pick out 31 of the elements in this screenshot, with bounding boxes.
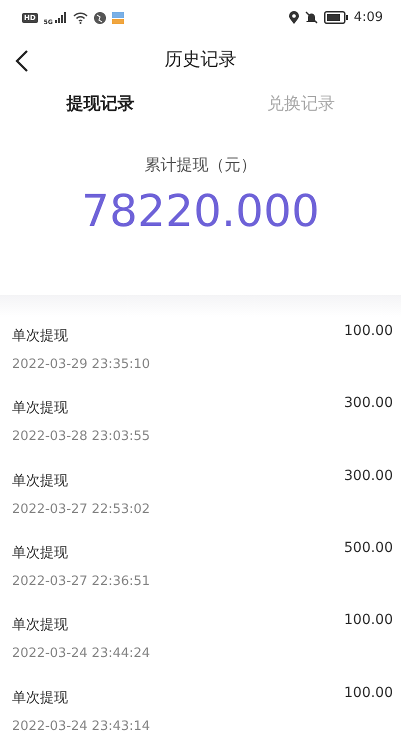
record-time: 2022-03-27 22:53:02 (12, 502, 150, 517)
page-title: 历史记录 (164, 48, 236, 71)
record-amount: 500.00 (344, 540, 393, 558)
record-title: 单次提现 (12, 616, 69, 634)
record-title: 单次提现 (12, 472, 69, 490)
total-amount: 78220.000 (82, 186, 320, 237)
record-amount: 100.00 (344, 684, 393, 703)
battery-icon (324, 11, 348, 24)
record-time: 2022-03-27 22:36:51 (12, 574, 150, 589)
record-time: 2022-03-24 23:43:14 (12, 718, 150, 734)
bell-off-icon (304, 11, 318, 24)
record-amount: 100.00 (344, 612, 393, 630)
record-amount: 300.00 (344, 468, 393, 486)
status-time: 4:09 (354, 10, 383, 26)
record-title: 单次提现 (12, 399, 69, 418)
record-title: 单次提现 (12, 326, 69, 345)
record-title: 单次提现 (12, 544, 69, 562)
record-amount: 300.00 (344, 395, 393, 414)
record-amount: 100.00 (344, 322, 393, 341)
globe-icon (94, 12, 106, 24)
app-icon (112, 12, 124, 24)
record-title: 单次提现 (12, 688, 69, 707)
location-icon (288, 11, 299, 24)
tab[interactable]: 提现记录 (0, 90, 200, 116)
record-time: 2022-03-28 23:03:55 (12, 429, 150, 444)
back-icon[interactable] (14, 49, 30, 74)
record-time: 2022-03-24 23:44:24 (12, 646, 150, 662)
signal-icon (54, 12, 67, 24)
wifi-icon (72, 12, 88, 24)
total-label: 累计提现（元） (144, 154, 256, 176)
record-time: 2022-03-29 23:35:10 (12, 356, 150, 372)
